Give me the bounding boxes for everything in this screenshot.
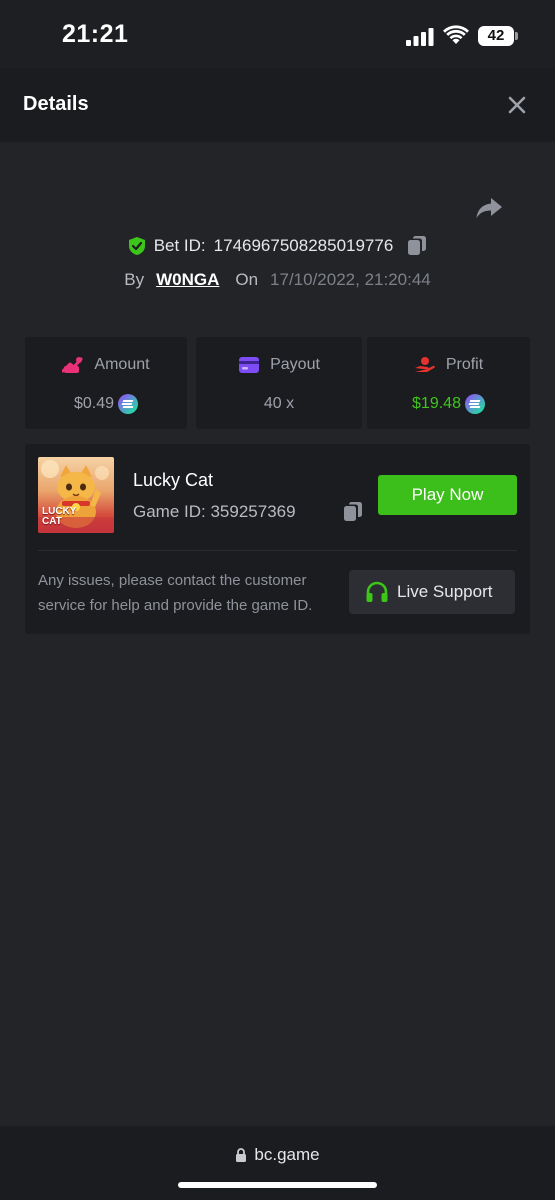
profit-label: Profit xyxy=(445,356,484,373)
game-id: Game ID: 359257369 xyxy=(133,502,296,521)
profit-hand-icon xyxy=(414,357,435,372)
profit-card: Profit $19.48 xyxy=(367,337,530,429)
status-bar: 21:21 42 xyxy=(0,0,555,68)
solana-coin-icon xyxy=(464,394,485,414)
lock-icon xyxy=(236,1148,247,1162)
divider xyxy=(38,550,517,551)
amount-label: Amount xyxy=(94,356,150,373)
share-icon[interactable] xyxy=(475,195,503,221)
home-indicator[interactable] xyxy=(178,1182,377,1188)
payout-card: Payout 40 x xyxy=(196,337,362,429)
bet-id-row: Bet ID: 1746967508285019776 xyxy=(0,234,555,258)
profit-value: $19.48 xyxy=(412,395,461,412)
username-link[interactable]: W0NGA xyxy=(156,270,219,290)
bet-meta-row: By W0NGA On 17/10/2022, 21:20:44 xyxy=(0,268,555,292)
play-now-button[interactable]: Play Now xyxy=(378,475,517,515)
bet-id-label: Bet ID: xyxy=(153,236,206,255)
live-support-button[interactable]: Live Support xyxy=(349,570,515,614)
thumbnail-title: LUCKY CAT xyxy=(42,506,77,527)
payout-value: 40 x xyxy=(263,395,295,412)
bet-amount-icon xyxy=(62,357,83,373)
wifi-icon xyxy=(443,25,469,44)
game-thumbnail[interactable]: LUCKY CAT xyxy=(38,457,114,533)
cellular-signal-icon xyxy=(406,28,434,46)
status-time: 21:21 xyxy=(62,20,129,48)
payout-label: Payout xyxy=(270,356,320,373)
headset-icon xyxy=(366,581,388,602)
url-display[interactable]: bc.game xyxy=(0,1144,555,1166)
payout-card-icon xyxy=(239,357,260,373)
battery-tip xyxy=(515,32,518,40)
amount-card: Amount $0.49 xyxy=(25,337,187,429)
game-name: Lucky Cat xyxy=(133,470,214,490)
amount-value: $0.49 xyxy=(73,395,115,412)
url-text: bc.game xyxy=(254,1145,320,1164)
copy-icon[interactable] xyxy=(407,235,427,257)
copy-icon[interactable] xyxy=(343,501,363,523)
page-title: Details xyxy=(23,93,89,115)
by-label: By xyxy=(124,270,145,289)
close-icon[interactable] xyxy=(505,93,529,117)
bet-date: 17/10/2022, 21:20:44 xyxy=(270,270,431,289)
solana-coin-icon xyxy=(118,394,139,414)
details-header: Details xyxy=(0,68,555,142)
game-panel: LUCKY CAT Lucky Cat Game ID: 359257369 P… xyxy=(25,444,530,634)
on-label: On xyxy=(235,270,259,289)
battery-indicator: 42 xyxy=(478,26,514,46)
bet-id-value: 1746967508285019776 xyxy=(213,236,394,255)
live-support-label: Live Support xyxy=(397,582,493,601)
shield-check-icon xyxy=(128,237,145,255)
browser-url-bar: bc.game xyxy=(0,1126,555,1200)
support-message: Any issues, please contact the customer … xyxy=(38,572,313,614)
